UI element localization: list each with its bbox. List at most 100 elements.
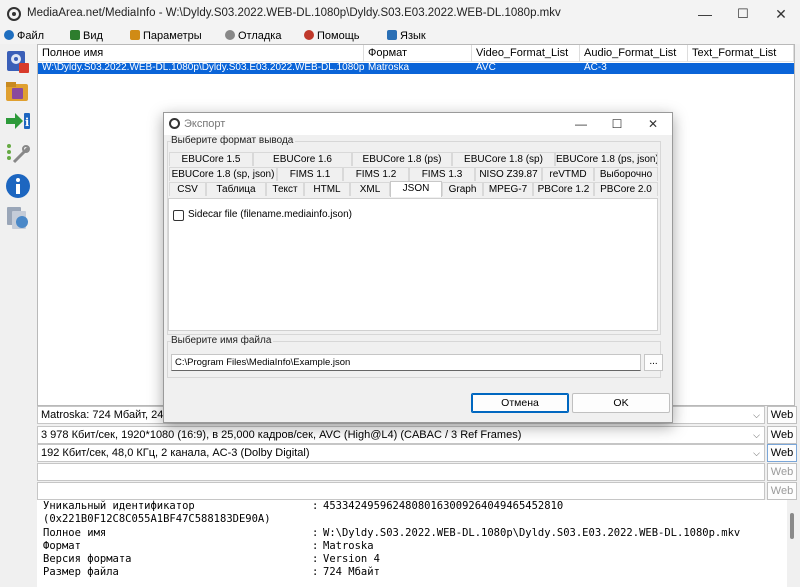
menu-language[interactable]: Язык [387, 29, 426, 43]
json-tab-panel: Sidecar file (filename.mediainfo.json) [168, 198, 658, 331]
tab-custom[interactable]: Выборочно [594, 167, 658, 181]
open-file-icon [7, 51, 29, 73]
menu-debug-label: Отладка [238, 30, 282, 42]
maximize-button[interactable]: ☐ [724, 0, 762, 28]
view-menu-icon [70, 30, 80, 40]
audio-summary-text: 192 Кбит/сек, 48,0 КГц, 2 канала, AC-3 (… [41, 447, 310, 459]
menu-file[interactable]: Файл [4, 29, 44, 43]
info-value: 45334249596248080163009264049465452810 [323, 500, 564, 512]
general-web-button[interactable]: Web [767, 406, 797, 424]
menu-file-label: Файл [17, 30, 45, 42]
menu-preferences-label: Параметры [143, 30, 202, 42]
tab-mpeg-7[interactable]: MPEG-7 [483, 182, 533, 196]
tab-fims-1-1[interactable]: FIMS 1.1 [277, 167, 343, 181]
dialog-maximize-button[interactable]: ☐ [600, 113, 634, 135]
tab-niso-z39-87[interactable]: NISO Z39.87 [475, 167, 542, 181]
info-key: Версия формата [43, 553, 132, 566]
left-toolbar: i [0, 44, 36, 587]
sidecar-label[interactable]: Sidecar file (filename.mediainfo.json) [188, 209, 352, 220]
tab-fims-1-3[interactable]: FIMS 1.3 [409, 167, 475, 181]
browse-button[interactable]: ... [644, 354, 663, 371]
menu-bar: Файл Вид Параметры Отладка Помощь Язык [0, 28, 800, 44]
video-summary-combo[interactable]: 3 978 Кбит/сек, 1920*1080 (16:9), в 25,0… [37, 426, 765, 444]
menu-preferences[interactable]: Параметры [130, 29, 202, 43]
cancel-button[interactable]: Отмена [471, 393, 569, 413]
tab-ebucore-1-6[interactable]: EBUCore 1.6 [253, 152, 352, 166]
close-button[interactable]: ✕ [762, 0, 800, 28]
menu-view-label: Вид [83, 30, 103, 42]
dialog-close-button[interactable]: ✕ [636, 113, 670, 135]
ok-button[interactable]: OK [572, 393, 670, 413]
file-menu-icon [4, 30, 14, 40]
help-menu-icon [304, 30, 314, 40]
file-list-row[interactable]: W:\Dyldy.S03.2022.WEB-DL.1080p\Dyldy.S03… [38, 63, 794, 74]
preferences-button[interactable] [4, 140, 32, 168]
tab-ebucore-1-5[interactable]: EBUCore 1.5 [169, 152, 253, 166]
dialog-title: Экспорт [184, 118, 226, 130]
info-key: Уникальный идентификатор [43, 500, 195, 512]
tab-graph[interactable]: Graph [442, 182, 483, 196]
tab-html[interactable]: HTML [304, 182, 350, 196]
menu-help[interactable]: Помощь [304, 29, 360, 43]
tab-ebucore-1-8-ps-json[interactable]: EBUCore 1.8 (ps, json) [555, 152, 658, 166]
info-line: Версия формата: Version 4 [40, 553, 787, 566]
info-scrollbar[interactable] [790, 513, 794, 539]
info-line: Полное имя: W:\Dyldy.S03.2022.WEB-DL.1080… [40, 527, 787, 540]
dialog-minimize-button[interactable]: — [564, 113, 598, 135]
row-text-format [688, 63, 794, 74]
chevron-down-icon: ⌵ [753, 448, 760, 458]
sidecar-checkbox[interactable] [173, 210, 184, 221]
audio-summary-combo[interactable]: 192 Кбит/сек, 48,0 КГц, 2 канала, AC-3 (… [37, 444, 765, 462]
about-button[interactable] [4, 172, 32, 200]
tab-xml[interactable]: XML [350, 182, 390, 196]
column-header-video-format-list[interactable]: Video_Format_List [472, 45, 580, 62]
tab-fims-1-2[interactable]: FIMS 1.2 [343, 167, 409, 181]
info-separator: : [312, 539, 319, 552]
minimize-button[interactable]: — [686, 0, 724, 28]
menu-view[interactable]: Вид [70, 29, 103, 43]
info-key: Размер файла [43, 566, 119, 579]
tab-text[interactable]: Текст [266, 182, 304, 196]
window-title: MediaArea.net/MediaInfo - W:\Dyldy.S03.2… [27, 7, 561, 19]
language-menu-icon [387, 30, 397, 40]
column-header-audio-format-list[interactable]: Audio_Format_List [580, 45, 688, 62]
row-format: Matroska [368, 63, 410, 73]
tab-ebucore-1-8-sp[interactable]: EBUCore 1.8 (sp) [452, 152, 555, 166]
tab-table[interactable]: Таблица [206, 182, 266, 196]
video-summary-text: 3 978 Кбит/сек, 1920*1080 (16:9), в 25,0… [41, 429, 522, 441]
menu-debug[interactable]: Отладка [225, 29, 281, 43]
file-name-group-label: Выберите имя файла [171, 335, 274, 346]
video-web-button[interactable]: Web [767, 426, 797, 444]
column-header-text-format-list[interactable]: Text_Format_List [688, 45, 794, 62]
knowledge-base-button[interactable] [4, 204, 32, 232]
tab-csv[interactable]: CSV [169, 182, 206, 196]
media-info-text[interactable]: Уникальный идентификатор: 453342495962480… [37, 500, 787, 587]
export-icon: i [6, 113, 30, 129]
export-button[interactable]: i [4, 108, 32, 136]
tab-pbcore-1-2[interactable]: PBCore 1.2 [533, 182, 594, 196]
mediainfo-dialog-icon [169, 118, 180, 129]
menu-language-label: Язык [400, 30, 426, 42]
info-line: (0x221B0F12C8C055A1BF47C588183DE90A) [40, 513, 787, 526]
open-file-button[interactable] [4, 48, 32, 76]
info-key: (0x221B0F12C8C055A1BF47C588183DE90A) [43, 513, 271, 526]
open-folder-button[interactable] [4, 78, 32, 106]
audio-web-button[interactable]: Web [767, 444, 797, 462]
preferences-menu-icon [130, 30, 140, 40]
chevron-down-icon: ⌵ [753, 410, 760, 420]
other-summary-combo[interactable] [37, 482, 765, 500]
text-summary-combo[interactable] [37, 463, 765, 481]
general-summary-text: Matroska: 724 Мбайт, 24 м. [41, 409, 178, 421]
file-path-input[interactable] [171, 354, 641, 371]
tab-ebucore-1-8-sp-json[interactable]: EBUCore 1.8 (sp, json) [169, 167, 277, 181]
debug-menu-icon [225, 30, 235, 40]
tab-pbcore-2-0[interactable]: PBCore 2.0 [594, 182, 658, 196]
text-web-button[interactable]: Web [767, 463, 797, 481]
other-web-button[interactable]: Web [767, 482, 797, 500]
info-line: Размер файла:724 Мбайт [40, 566, 787, 579]
tab-json[interactable]: JSON [390, 181, 442, 197]
tab-ebucore-1-8-ps[interactable]: EBUCore 1.8 (ps) [352, 152, 452, 166]
tab-revtmd[interactable]: reVTMD [542, 167, 594, 181]
column-header-full-name[interactable]: Полное имя [38, 45, 364, 62]
column-header-format[interactable]: Формат [364, 45, 472, 62]
